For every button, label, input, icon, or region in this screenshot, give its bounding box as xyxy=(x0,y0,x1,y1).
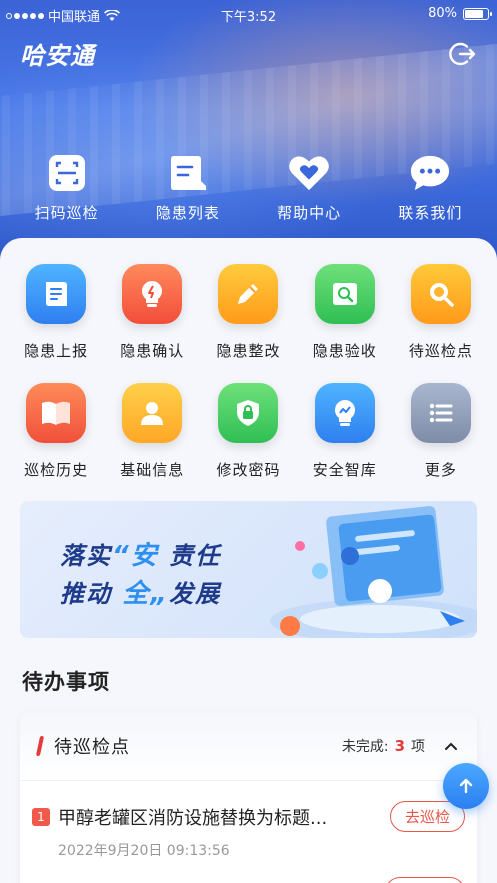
section-title: 待办事项 xyxy=(22,670,110,694)
battery-icon xyxy=(463,7,492,20)
banner-slogan: 落实“安 责任 推动 全„发展 xyxy=(60,537,221,613)
battery-percent: 80% xyxy=(428,6,457,21)
quick-scan-inspect[interactable]: 扫码巡检 xyxy=(12,152,122,223)
chevron-up-icon[interactable] xyxy=(443,738,459,754)
banner-line2-prefix: 推动 xyxy=(60,580,112,608)
bulb-alert-icon xyxy=(122,264,183,324)
clock: 下午3:52 xyxy=(220,10,277,25)
task-index-badge: 1 xyxy=(32,807,50,826)
grid-pending-points[interactable]: 待巡检点 xyxy=(393,264,489,361)
status-count: 3 xyxy=(394,736,405,755)
bulb-icon xyxy=(314,383,375,443)
quick-label: 联系我们 xyxy=(398,204,463,222)
shield-lock-icon xyxy=(218,383,279,443)
logout-icon[interactable] xyxy=(449,40,477,68)
header-hero: 中国联通 下午3:52 80% 哈安通 扫码巡检 隐患列表 帮助中心 联系我们 xyxy=(0,0,497,270)
banner-highlight-an: 安 xyxy=(130,541,159,571)
task-title: 甲醇老罐区消防设施替换为标题... xyxy=(58,807,328,829)
feature-grid: 隐患上报 隐患确认 隐患整改 隐患验收 待巡检点 巡检历史 基础信息 修改密码 … xyxy=(0,264,497,480)
grid-label: 隐患整改 xyxy=(216,342,281,360)
status-bar: 中国联通 下午3:52 80% xyxy=(0,0,497,28)
quick-label: 隐患列表 xyxy=(155,204,220,222)
grid-hazard-report[interactable]: 隐患上报 xyxy=(8,264,104,361)
banner-line1-suffix: 责任 xyxy=(169,542,222,570)
todo-card-title: 待巡检点 xyxy=(54,736,130,758)
list-item[interactable]: 1 甲醇老罐区消防设施替换为标题... 去巡检 2022年9月20日 09:13… xyxy=(32,801,465,860)
grid-label: 基础信息 xyxy=(120,461,185,479)
promo-banner[interactable]: 落实“安 责任 推动 全„发展 xyxy=(20,501,477,638)
scroll-top-button[interactable] xyxy=(443,763,489,809)
heart-icon xyxy=(288,152,330,194)
app-title: 哈安通 xyxy=(20,42,95,70)
status-suffix: 项 xyxy=(411,738,425,755)
grid-safety-library[interactable]: 安全智库 xyxy=(297,383,393,480)
task-time: 2022年9月20日 09:13:56 xyxy=(58,843,230,859)
grid-hazard-accept[interactable]: 隐患验收 xyxy=(297,264,393,361)
report-icon xyxy=(26,264,87,324)
grid-label: 待巡检点 xyxy=(408,342,473,360)
quick-contact-us[interactable]: 联系我们 xyxy=(375,152,485,223)
inspect-icon xyxy=(314,264,375,324)
arrow-up-icon xyxy=(459,778,473,794)
accent-bar xyxy=(35,735,45,756)
person-icon xyxy=(122,383,183,443)
more-list-icon xyxy=(410,383,471,443)
grid-label: 更多 xyxy=(424,461,457,479)
quick-actions: 扫码巡检 隐患列表 帮助中心 联系我们 xyxy=(0,152,497,223)
pencil-icon xyxy=(218,264,279,324)
battery-status: 80% xyxy=(428,6,492,21)
list-icon xyxy=(167,152,209,194)
grid-more[interactable]: 更多 xyxy=(393,383,489,480)
grid-hazard-confirm[interactable]: 隐患确认 xyxy=(104,264,200,361)
grid-label: 隐患上报 xyxy=(24,342,89,360)
todo-status: 未完成: 3 项 xyxy=(342,736,459,756)
banner-quote-close: „ xyxy=(150,579,170,609)
grid-label: 安全智库 xyxy=(312,461,377,479)
quick-label: 帮助中心 xyxy=(277,204,342,222)
status-prefix: 未完成: xyxy=(341,738,389,755)
quick-help-center[interactable]: 帮助中心 xyxy=(254,152,364,223)
grid-change-password[interactable]: 修改密码 xyxy=(200,383,296,480)
go-inspect-button-partial[interactable] xyxy=(385,877,465,883)
banner-line1-prefix: 落实 xyxy=(60,542,112,570)
banner-line2-suffix: 发展 xyxy=(169,580,222,608)
todo-card: 待巡检点 未完成: 3 项 1 甲醇老罐区消防设施替换为标题... 去巡检 20… xyxy=(20,711,477,883)
chat-icon xyxy=(409,152,451,194)
book-icon xyxy=(26,383,87,443)
grid-label: 修改密码 xyxy=(216,461,281,479)
todo-card-header[interactable]: 待巡检点 未完成: 3 项 xyxy=(20,711,477,781)
grid-basic-info[interactable]: 基础信息 xyxy=(104,383,200,480)
quick-label: 扫码巡检 xyxy=(34,204,99,222)
search-icon xyxy=(410,264,471,324)
grid-inspect-history[interactable]: 巡检历史 xyxy=(8,383,104,480)
banner-highlight-quan: 全 xyxy=(122,579,151,609)
banner-quote-open: “ xyxy=(112,541,131,571)
quick-hazard-list[interactable]: 隐患列表 xyxy=(133,152,243,223)
grid-label: 巡检历史 xyxy=(24,461,89,479)
grid-label: 隐患验收 xyxy=(312,342,377,360)
scan-icon xyxy=(46,152,88,194)
grid-label: 隐患确认 xyxy=(120,342,185,360)
grid-hazard-rectify[interactable]: 隐患整改 xyxy=(200,264,296,361)
